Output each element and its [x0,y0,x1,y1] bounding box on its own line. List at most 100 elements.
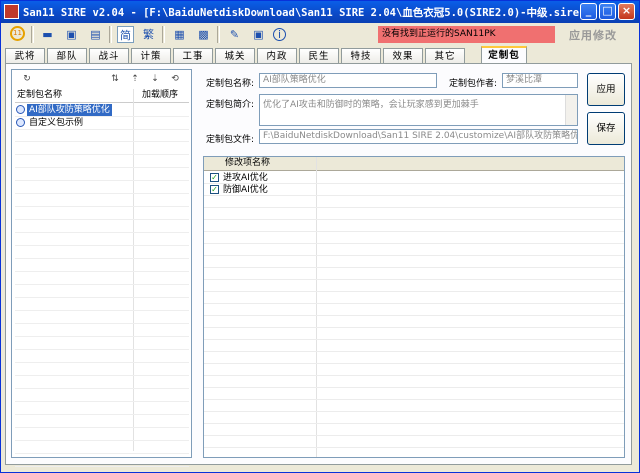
minimize-button[interactable]: _ [580,3,597,20]
grid-line [204,363,624,364]
reload-icon[interactable]: ⟲ [168,72,182,86]
package-list-panel: ↻ ⇅ ⇡ ⇣ ⟲ 定制包名称 加载顺序 AI部队攻防策略优化 自定义包示例 [11,69,192,467]
tab-teji[interactable]: 特技 [341,48,381,64]
title-bar[interactable]: San11 SIRE v2.04 - [F:\BaiduNetdiskDownl… [1,1,639,23]
empty-row [15,233,189,246]
grid-line [204,267,624,268]
modification-header: 修改项名称 [204,157,624,171]
open-folder-icon[interactable]: ▬ [39,26,56,43]
refresh-icon[interactable]: ↻ [20,72,34,86]
grid-line [204,231,624,232]
grid-line [204,255,624,256]
empty-row [15,207,189,220]
move-up-icon[interactable]: ⇡ [128,72,142,86]
empty-row [15,389,189,402]
san11-icon[interactable]: 11 [10,26,25,41]
window-title: San11 SIRE v2.04 - [F:\BaiduNetdiskDownl… [23,7,586,19]
grid-line [204,183,624,184]
package-icon [16,105,25,114]
tab-budui[interactable]: 部队 [47,48,87,64]
status-message: 没有找到正运行的SAN11PK [378,26,555,43]
grid-line [204,303,624,304]
empty-row [15,129,189,142]
save-button[interactable]: 保存 [587,112,625,145]
tab-neizheng[interactable]: 内政 [257,48,297,64]
col-load-order[interactable]: 加载顺序 [142,89,178,102]
export-icon[interactable]: ▣ [250,26,267,43]
info-icon[interactable]: i [273,28,286,41]
col-modification-name[interactable]: 修改项名称 [225,157,270,170]
column-divider [316,157,317,457]
toolbar-separator [109,26,112,43]
tab-jice[interactable]: 计策 [131,48,171,64]
package-file-field[interactable]: F:\BaiduNetdiskDownload\San11 SIRE 2.04\… [259,129,578,144]
grid-line [204,399,624,400]
tab-chengguan[interactable]: 城关 [215,48,255,64]
grid-line [204,315,624,316]
grid-line [204,435,624,436]
grid-line [204,423,624,424]
grid-line [204,387,624,388]
empty-row [15,376,189,389]
brand-text: 应用修改 [569,29,617,42]
empty-row [15,259,189,272]
app-icon [4,4,19,19]
grid-line [204,219,624,220]
sort-icon[interactable]: ⇅ [108,72,122,86]
empty-row [15,285,189,298]
main-window: San11 SIRE v2.04 - [F:\BaiduNetdiskDownl… [0,0,640,473]
tab-qita[interactable]: 其它 [425,48,465,64]
grid-line [204,375,624,376]
name-label: 定制包名称: [206,79,255,89]
package-name-field[interactable]: AI部队策略优化 [259,73,437,88]
empty-row [15,350,189,363]
apply-button[interactable]: 应用 [587,73,625,106]
move-down-icon[interactable]: ⇣ [148,72,162,86]
file-label: 定制包文件: [206,135,255,145]
empty-row [15,454,189,467]
tab-minsheng[interactable]: 民生 [299,48,339,64]
empty-row [15,181,189,194]
save-icon[interactable]: ▣ [63,26,80,43]
desc-scrollbar[interactable] [565,95,577,125]
grid-line [204,411,624,412]
empty-row [15,155,189,168]
grid-icon[interactable]: ▩ [195,26,212,43]
checkbox[interactable]: ✓ [210,185,219,194]
table-icon[interactable]: ▦ [171,26,188,43]
checkbox[interactable]: ✓ [210,173,219,182]
toolbar-separator [217,26,220,43]
tab-zhandou[interactable]: 战斗 [89,48,129,64]
empty-row [15,298,189,311]
traditional-icon[interactable]: 繁 [140,26,157,43]
tab-gongshi[interactable]: 工事 [173,48,213,64]
maximize-button[interactable]: □ [599,3,616,20]
edit-icon[interactable]: ✎ [226,26,243,43]
tab-wujiang[interactable]: 武将 [5,48,45,64]
col-package-name[interactable]: 定制包名称 [17,89,62,102]
list-item-label: 自定义包示例 [29,118,84,128]
tab-xiaoguo[interactable]: 效果 [383,48,423,64]
empty-row [15,441,189,454]
simplified-icon[interactable]: 简 [117,26,134,43]
grid-line [204,447,624,448]
grid-line [204,351,624,352]
empty-row [15,246,189,259]
grid-line [204,279,624,280]
grid-line [204,327,624,328]
toolbar-separator [31,26,34,43]
close-button[interactable]: × [618,3,635,20]
package-desc-text: 优化了AI攻击和防御时的策略，会让玩家感到更加棘手 [263,100,479,110]
package-author-field[interactable]: 梦溪比潭 [502,73,578,88]
package-icon [16,118,25,127]
list-header: 定制包名称 加载顺序 [15,89,189,103]
empty-row [15,415,189,428]
empty-row [15,428,189,441]
list-item[interactable]: AI部队攻防策略优化 [15,104,189,117]
grid-line [204,291,624,292]
save-as-icon[interactable]: ▤ [87,26,104,43]
grid-line [204,195,624,196]
package-desc-field[interactable]: 优化了AI攻击和防御时的策略，会让玩家感到更加棘手 [259,94,578,126]
empty-row [15,363,189,376]
author-label: 定制包作者: [449,79,498,89]
